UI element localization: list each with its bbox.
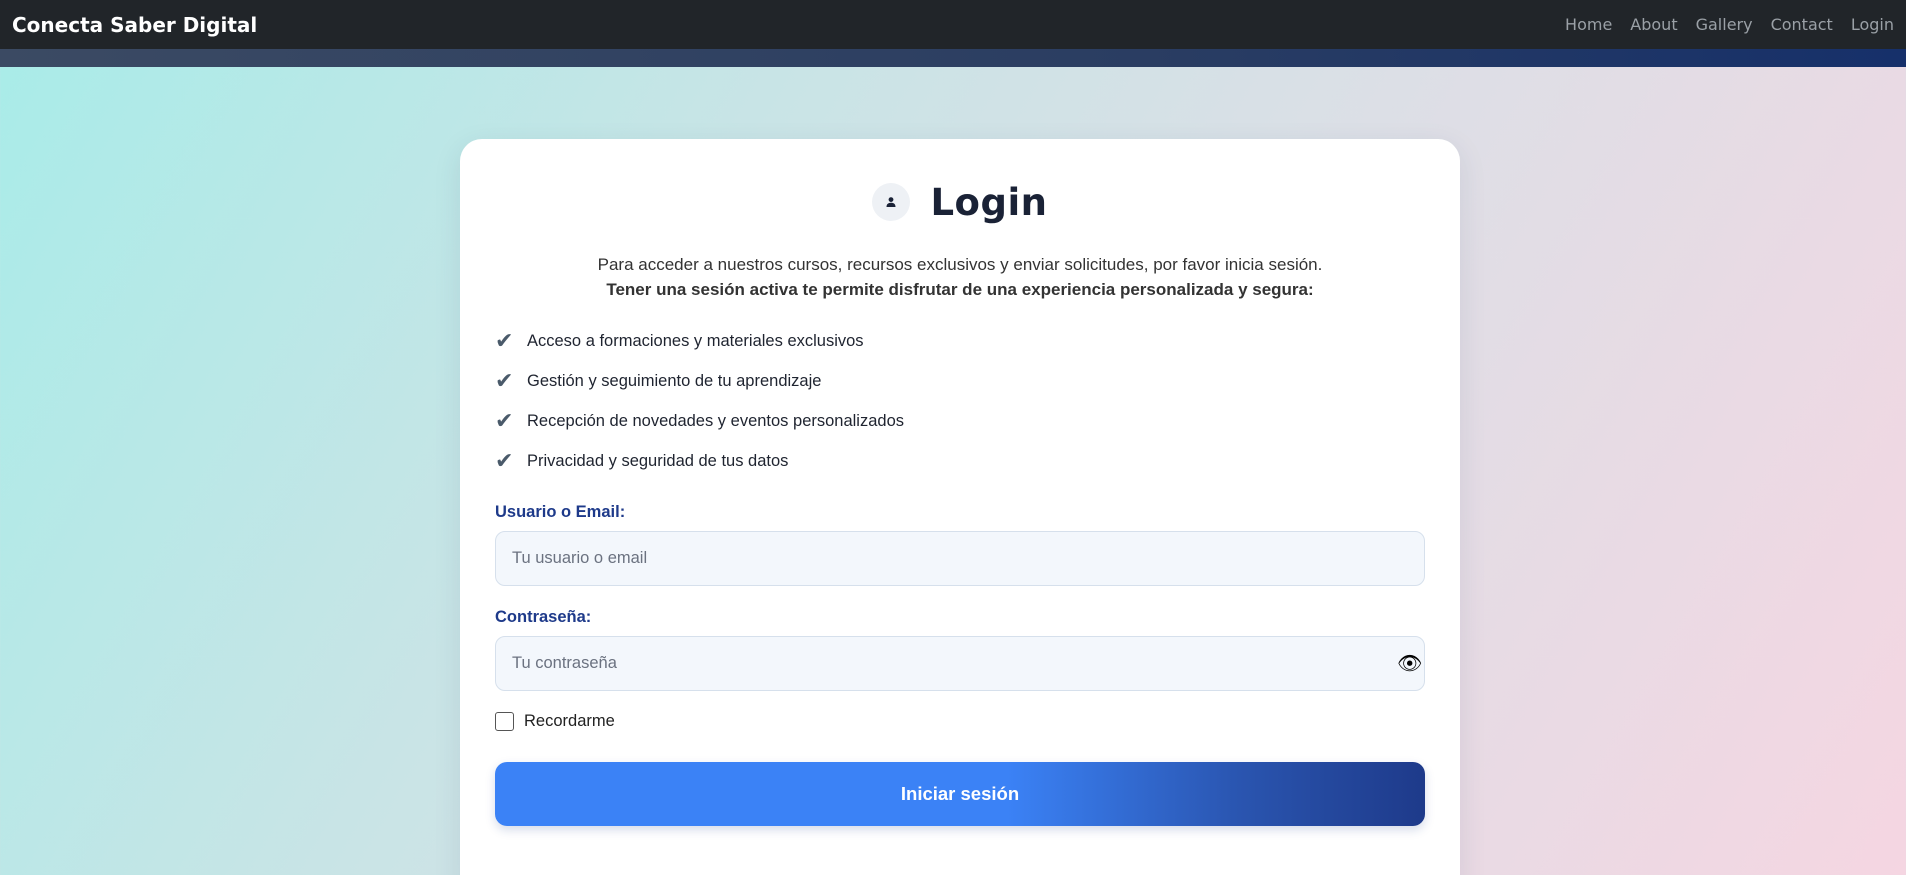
nav-link-about[interactable]: About — [1630, 15, 1677, 34]
check-icon: ✔ — [495, 368, 514, 394]
remember-label[interactable]: Recordarme — [524, 712, 615, 731]
username-input[interactable] — [495, 531, 1425, 586]
benefit-text: Privacidad y seguridad de tus datos — [527, 451, 789, 470]
nav-link-login[interactable]: Login — [1851, 15, 1894, 34]
password-input[interactable] — [495, 636, 1425, 691]
eye-icon[interactable]: 👁 — [1397, 651, 1422, 675]
benefit-item: ✔ Recepción de novedades y eventos perso… — [495, 401, 904, 441]
nav-link-gallery[interactable]: Gallery — [1696, 15, 1753, 34]
benefit-item: ✔ Acceso a formaciones y materiales excl… — [495, 321, 904, 361]
login-card: Login Para acceder a nuestros cursos, re… — [460, 139, 1460, 875]
remember-me: Recordarme — [495, 712, 615, 731]
navbar: Conecta Saber Digital Home About Gallery… — [0, 0, 1906, 49]
benefit-text: Gestión y seguimiento de tu aprendizaje — [527, 371, 822, 390]
username-label: Usuario o Email: — [495, 503, 626, 521]
password-label: Contraseña: — [495, 608, 592, 626]
benefit-item: ✔ Gestión y seguimiento de tu aprendizaj… — [495, 361, 904, 401]
benefit-text: Recepción de novedades y eventos persona… — [527, 411, 905, 430]
intro-bold-text: Tener una sesión activa te permite disfr… — [606, 280, 1314, 299]
check-icon: ✔ — [495, 408, 514, 434]
nav-link-home[interactable]: Home — [1565, 15, 1612, 34]
user-icon — [872, 183, 911, 221]
nav-links: Home About Gallery Contact Login — [1547, 15, 1894, 34]
header-band — [0, 49, 1906, 67]
remember-checkbox[interactable] — [495, 712, 514, 731]
login-submit-button[interactable]: Iniciar sesión — [495, 762, 1425, 826]
benefit-text: Acceso a formaciones y materiales exclus… — [527, 331, 864, 350]
check-icon: ✔ — [495, 328, 514, 354]
login-intro: Para acceder a nuestros cursos, recursos… — [460, 252, 1460, 302]
benefit-item: ✔ Privacidad y seguridad de tus datos — [495, 441, 904, 481]
brand-logo-text[interactable]: Conecta Saber Digital — [12, 13, 257, 37]
nav-link-contact[interactable]: Contact — [1771, 15, 1833, 34]
benefits-list: ✔ Acceso a formaciones y materiales excl… — [495, 321, 904, 481]
login-title: Login — [930, 180, 1048, 224]
check-icon: ✔ — [495, 448, 514, 474]
intro-text: Para acceder a nuestros cursos, recursos… — [597, 255, 1323, 274]
login-header: Login — [460, 179, 1460, 225]
